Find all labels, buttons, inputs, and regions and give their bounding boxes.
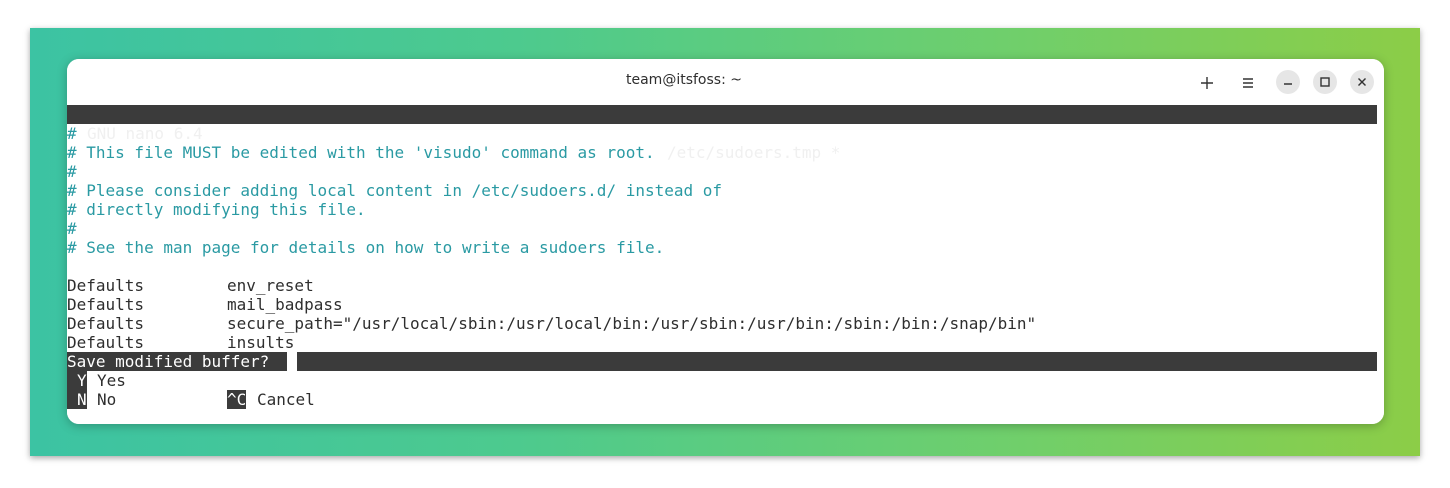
- cancel-shortcut-key[interactable]: ^C: [227, 390, 247, 409]
- defaults-value[interactable]: mail_badpass: [227, 295, 343, 314]
- nano-header-bar: GNU nano 6.4 /etc/sudoers.tmp *: [67, 105, 1377, 162]
- file-line[interactable]: # Please consider adding local content i…: [67, 181, 722, 200]
- file-line[interactable]: # See the man page for details on how to…: [67, 238, 664, 257]
- defaults-keyword[interactable]: Defaults: [67, 276, 144, 295]
- no-shortcut-key[interactable]: N: [67, 390, 87, 409]
- defaults-keyword[interactable]: Defaults: [67, 314, 144, 333]
- defaults-keyword[interactable]: Defaults: [67, 295, 144, 314]
- terminal-window: team@itsfoss: ~ GNU nano 6.4 /etc/sudoer…: [67, 59, 1384, 424]
- terminal-content[interactable]: GNU nano 6.4 /etc/sudoers.tmp * # # This…: [67, 105, 1384, 424]
- file-line[interactable]: #: [67, 162, 77, 181]
- defaults-value[interactable]: secure_path="/usr/local/sbin:/usr/local/…: [227, 314, 1036, 333]
- defaults-value[interactable]: env_reset: [227, 276, 314, 295]
- maximize-icon[interactable]: [1313, 70, 1337, 94]
- close-icon[interactable]: [1350, 70, 1374, 94]
- file-line[interactable]: # directly modifying this file.: [67, 200, 366, 219]
- title-bar[interactable]: team@itsfoss: ~: [67, 59, 1384, 105]
- defaults-keyword[interactable]: Defaults: [67, 333, 144, 352]
- file-line[interactable]: #: [67, 219, 77, 238]
- save-prompt-bar: Save modified buffer?: [67, 352, 1377, 371]
- prompt-cursor: [287, 352, 297, 371]
- cancel-shortcut-label[interactable]: Cancel: [257, 390, 315, 409]
- file-line[interactable]: #: [67, 124, 77, 143]
- nano-version: GNU nano 6.4: [87, 124, 203, 143]
- defaults-value[interactable]: insults: [227, 333, 294, 352]
- yes-shortcut-label[interactable]: Yes: [97, 371, 126, 390]
- file-line[interactable]: # This file MUST be edited with the 'vis…: [67, 143, 655, 162]
- no-shortcut-label[interactable]: No: [97, 390, 116, 409]
- yes-shortcut-key[interactable]: Y: [67, 371, 87, 390]
- minimize-icon[interactable]: [1276, 70, 1300, 94]
- nano-filename: /etc/sudoers.tmp *: [667, 143, 841, 162]
- plus-icon[interactable]: [1195, 71, 1219, 95]
- hamburger-icon[interactable]: [1236, 71, 1260, 95]
- save-prompt-question: Save modified buffer?: [67, 352, 280, 371]
- window-title: team@itsfoss: ~: [626, 72, 742, 88]
